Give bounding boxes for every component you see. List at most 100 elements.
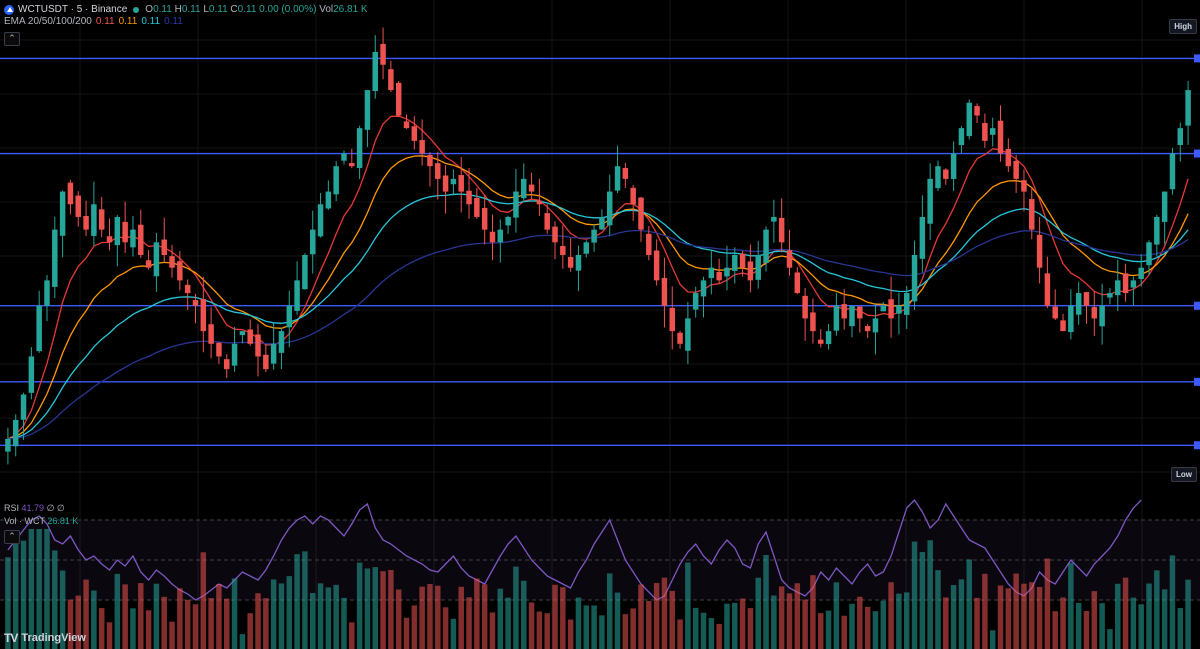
volume-bar (669, 590, 675, 649)
candle-body (349, 163, 355, 167)
volume-bar (474, 578, 480, 649)
candle-body (325, 191, 332, 209)
volume-bar (169, 621, 175, 649)
volume-bar (1044, 558, 1051, 649)
tradingview-logo[interactable]: TV TradingView (4, 631, 86, 645)
volume-bar (341, 597, 347, 649)
candle-body (653, 250, 660, 281)
candle-body (450, 178, 457, 185)
candle-body (20, 394, 27, 420)
volume-label: Vol · WCT (4, 516, 45, 526)
volume-bar (255, 593, 261, 649)
volume-bar (130, 608, 136, 649)
candle-body (278, 331, 285, 353)
volume-bar (1122, 577, 1129, 649)
volume-bar (716, 623, 722, 649)
rsi-label: RSI (4, 503, 20, 513)
candle-body (943, 169, 949, 179)
candle-body (372, 52, 378, 92)
volume-bar (138, 583, 144, 649)
volume-bar (1005, 588, 1012, 649)
volume-bar (708, 618, 715, 649)
volume-bar (208, 598, 214, 649)
volume-bar (489, 612, 496, 649)
volume-bar (200, 552, 207, 649)
volume-bar (622, 614, 629, 649)
candle-body (12, 419, 19, 447)
level-handle (1194, 301, 1200, 310)
candle-body (755, 255, 761, 280)
candle-body (1115, 280, 1121, 296)
volume-bar (466, 597, 472, 649)
volume-bar (638, 584, 644, 649)
change-value: 0.00 (0.00%) (259, 4, 317, 15)
candle-body (169, 256, 175, 268)
volume-bar (388, 569, 394, 649)
candle-body (1154, 216, 1160, 245)
candle-body (263, 354, 269, 370)
volume-bar (98, 608, 105, 649)
candle-body (1161, 191, 1168, 222)
candle-body (1169, 153, 1176, 190)
candle-body (153, 242, 160, 277)
rsi-legend[interactable]: RSI 41.79 ∅ ∅ (4, 503, 65, 514)
volume-bar (825, 610, 832, 649)
volume-bar (349, 622, 355, 649)
candle-body (567, 256, 574, 268)
volume-bar (184, 599, 191, 649)
candle-body (536, 200, 543, 205)
candle-body (606, 191, 613, 226)
candle-body (98, 209, 105, 230)
candle-body (583, 242, 590, 254)
volume-bar (1021, 583, 1027, 649)
close-value: 0.11 (237, 4, 257, 15)
candle-body (513, 191, 519, 218)
candle-body (911, 255, 918, 302)
candle-body (646, 233, 652, 255)
ohlc-readout: O0.11 H0.11 L0.11 C0.11 0.00 (0.00%) Vol… (145, 4, 368, 15)
candle-body (1107, 293, 1113, 298)
candle-body (888, 299, 894, 319)
volume-legend[interactable]: Vol · WCT 26.81 K (4, 516, 78, 526)
volume-value: 26.81 K (47, 516, 79, 526)
candle-body (309, 229, 316, 255)
volume-bar (685, 562, 691, 649)
candle-body (255, 334, 261, 357)
candle-body (880, 305, 887, 312)
volume-bar (833, 582, 840, 649)
volume-bar (435, 585, 441, 649)
low-value: 0.11 (208, 4, 228, 15)
volume-bar (919, 551, 926, 649)
candle-body (1138, 267, 1144, 279)
collapse-pane-chevron-icon[interactable]: ⌃ (4, 530, 20, 544)
ema-row[interactable]: EMA 20/50/100/200 0.11 0.11 0.11 0.11 (4, 16, 368, 28)
candle-body (614, 166, 621, 191)
candle-body (44, 280, 50, 306)
candle-body (161, 239, 167, 255)
candle-body (294, 280, 300, 311)
candle-body (622, 168, 629, 179)
market-status-icon (133, 7, 140, 13)
candle-body (778, 217, 785, 243)
candle-body (184, 284, 191, 294)
candle-body (677, 332, 683, 344)
volume-bar (958, 579, 965, 649)
candle-body (216, 342, 222, 357)
candle-body (903, 293, 910, 315)
volume-bar (442, 607, 449, 649)
volume-bar (599, 615, 605, 649)
volume-bar (653, 583, 660, 649)
symbol-title[interactable]: WCTUSDT · 5 · Binance (18, 4, 127, 16)
volume-bar (395, 589, 402, 649)
volume-bar (896, 593, 902, 649)
candle-body (28, 356, 35, 393)
volume-bar (106, 622, 113, 649)
volume-bar (732, 602, 738, 649)
candle-body (950, 153, 957, 179)
price-chart[interactable] (0, 0, 1200, 649)
volume-bar (216, 584, 222, 649)
candle-body (75, 195, 81, 217)
collapse-legend-chevron-icon[interactable]: ⌃ (4, 32, 20, 46)
candle-body (810, 312, 816, 332)
volume-bar (145, 610, 152, 649)
